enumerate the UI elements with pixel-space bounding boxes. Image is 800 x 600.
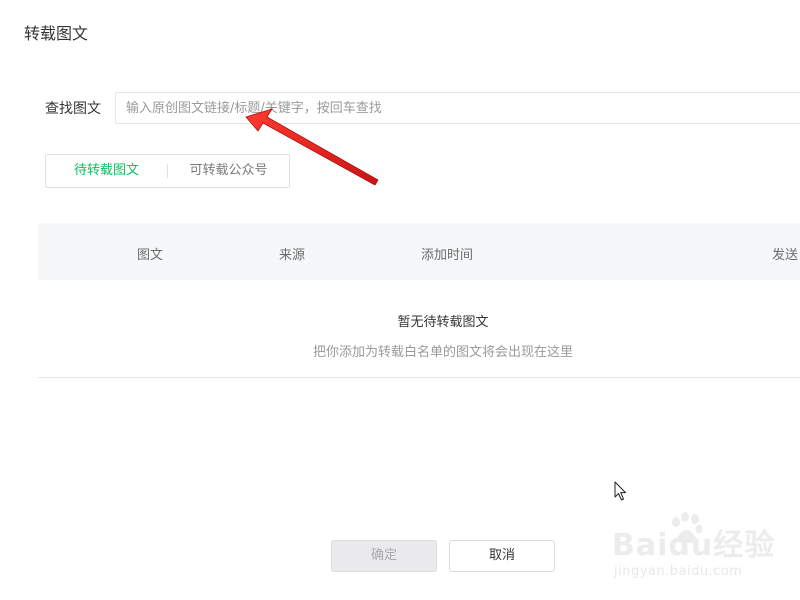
cancel-button[interactable]: 取消 <box>449 540 555 572</box>
paw-logo-icon <box>672 512 703 544</box>
watermark-url: jingyan.baidu.com <box>614 564 743 579</box>
watermark-logo: Baidu经验 <box>612 528 776 563</box>
repost-article-dialog: 转载图文 查找图文 待转载图文 可转载公众号 图文 来源 添加时间 发送 暂无待… <box>0 0 800 600</box>
column-header-send: 发送 <box>772 248 799 263</box>
table-header: 图文 来源 添加时间 发送 <box>38 223 800 280</box>
empty-state-description: 把你添加为转载白名单的图文将会出现在这里 <box>312 345 573 360</box>
column-header-source: 来源 <box>279 248 306 263</box>
dialog-title: 转载图文 <box>24 24 89 43</box>
column-header-article: 图文 <box>137 248 164 263</box>
tab-group: 待转载图文 可转载公众号 <box>45 154 290 188</box>
search-label: 查找图文 <box>45 101 101 117</box>
table-divider <box>38 377 800 378</box>
baidu-watermark: Baidu经验 jingyan.baidu.com <box>612 512 782 586</box>
empty-state-title: 暂无待转载图文 <box>397 315 489 330</box>
search-input[interactable] <box>115 92 800 124</box>
column-header-added-time: 添加时间 <box>421 248 474 263</box>
tab-repostable-accounts[interactable]: 可转载公众号 <box>168 155 289 187</box>
red-arrow-icon <box>245 108 379 186</box>
tab-pending-articles[interactable]: 待转载图文 <box>46 155 167 187</box>
confirm-button[interactable]: 确定 <box>331 540 437 572</box>
mouse-pointer-icon <box>614 481 626 501</box>
